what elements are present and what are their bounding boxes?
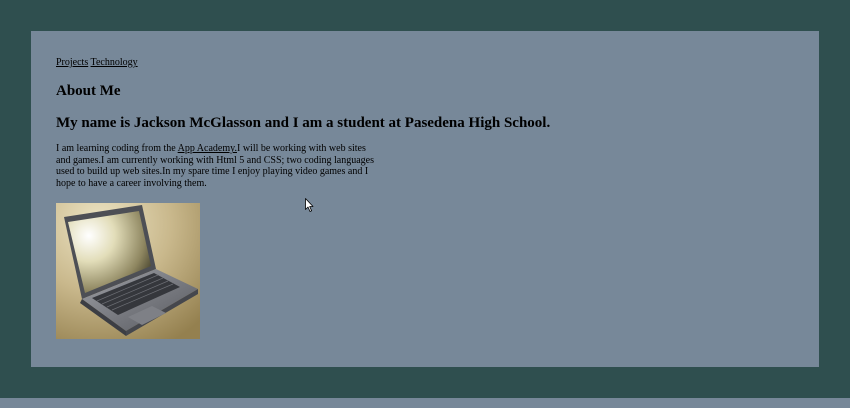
bio-paragraph: I am learning coding from the App Academ… [56, 143, 381, 189]
top-nav: Projects Technology [56, 57, 138, 69]
content-panel: Projects Technology About Me My name is … [31, 31, 819, 367]
nav-link-projects[interactable]: Projects [56, 57, 88, 68]
about-heading: About Me [56, 83, 121, 99]
nav-link-technology[interactable]: Technology [91, 57, 138, 68]
intro-heading: My name is Jackson McGlasson and I am a … [56, 115, 551, 131]
mouse-pointer-icon [305, 198, 314, 212]
bottom-strip [0, 398, 850, 408]
bio-text-start: I am learning coding from the [56, 143, 178, 154]
laptop-photo [56, 203, 200, 339]
app-academy-link[interactable]: App Academy. [178, 143, 237, 154]
